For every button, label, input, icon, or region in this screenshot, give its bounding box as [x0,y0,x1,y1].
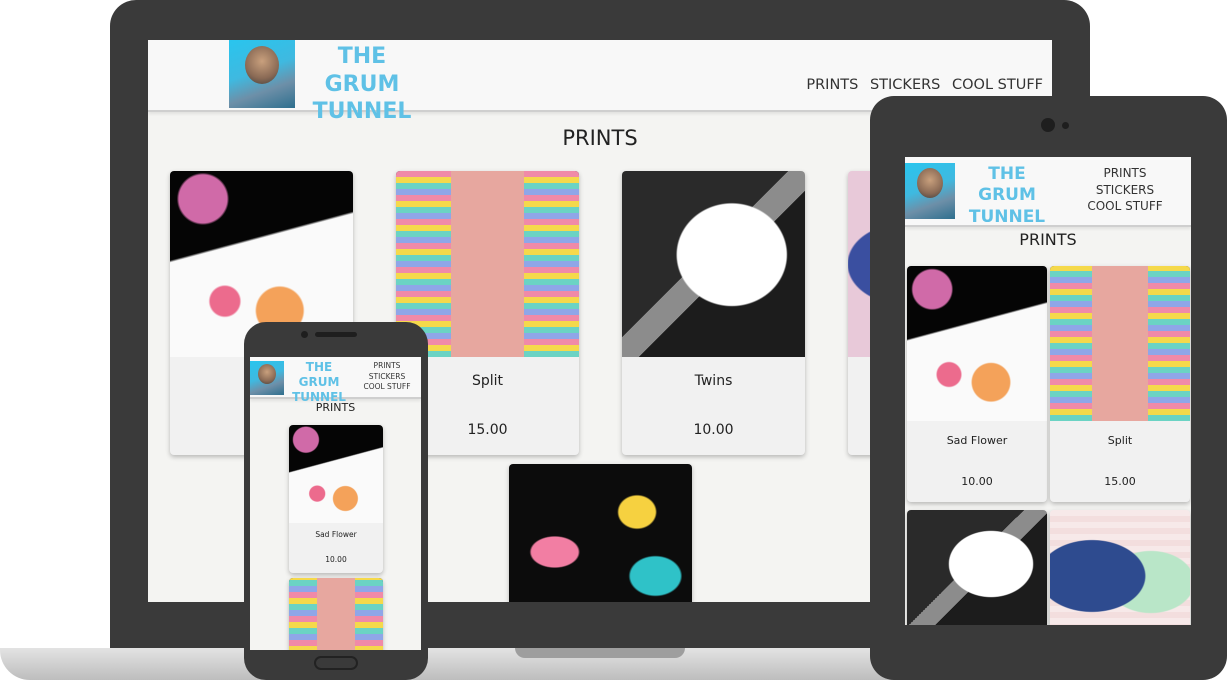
product-image[interactable] [1050,266,1190,421]
camera-icon [1041,118,1055,132]
brand-name[interactable]: THE GRUM TUNNEL [284,360,354,405]
nav-prints[interactable]: PRINTS [1077,165,1173,182]
diver-portrait-logo-icon[interactable] [905,163,955,219]
home-button-icon[interactable] [314,656,358,670]
product-card[interactable] [509,464,692,602]
product-image[interactable] [907,510,1047,625]
nav-prints[interactable]: PRINTS [806,77,858,93]
product-price: 10.00 [325,555,347,564]
brand-name[interactable]: THE GRUM TUNNEL [297,43,427,126]
product-price: 10.00 [961,475,993,488]
product-card[interactable] [289,578,383,650]
product-card[interactable] [907,510,1047,625]
main-nav: PRINTS STICKERS COOL STUFF [1077,165,1173,215]
page-title: PRINTS [315,401,356,414]
diver-portrait-logo-icon[interactable] [229,40,295,108]
page-title: PRINTS [1019,230,1077,249]
nav-prints[interactable]: PRINTS [358,361,416,372]
nav-stickers[interactable]: STICKERS [1077,182,1173,199]
brand-line-1: THE GRUM [298,360,340,389]
nav-cool-stuff[interactable]: COOL STUFF [358,382,416,393]
brand-line-2: TUNNEL [968,206,1046,227]
product-image[interactable] [622,171,805,357]
tablet-screen: THE GRUM TUNNEL PRINTS STICKERS COOL STU… [905,157,1191,625]
product-image[interactable] [1050,510,1190,625]
product-image[interactable] [289,425,383,523]
site-header: THE GRUM TUNNEL PRINTS STICKERS COOL STU… [250,357,421,404]
product-card[interactable]: Twins 10.00 [622,171,805,455]
product-image[interactable] [509,464,692,602]
product-card[interactable]: Sad Flower 10.00 [907,266,1047,502]
nav-stickers[interactable]: STICKERS [358,372,416,383]
product-name: Sad Flower [946,434,1008,447]
product-image[interactable] [907,266,1047,421]
brand-line-2: TUNNEL [312,99,412,124]
laptop-notch [515,648,685,658]
product-price: 15.00 [1104,475,1136,488]
product-image[interactable] [289,578,383,650]
sensor-icon [1062,122,1069,129]
camera-icon [301,331,308,338]
product-price: 10.00 [693,422,734,438]
diver-portrait-logo-icon[interactable] [250,361,284,395]
phone-screen: THE GRUM TUNNEL PRINTS STICKERS COOL STU… [250,357,421,650]
product-name: Sad Flower [315,530,357,539]
main-nav: PRINTS STICKERS COOL STUFF [358,361,416,393]
product-card[interactable] [1050,510,1190,625]
product-image[interactable] [396,171,579,357]
nav-cool-stuff[interactable]: COOL STUFF [1077,198,1173,215]
product-name: Twins [694,373,733,389]
product-name: Split [1107,434,1133,447]
product-card[interactable]: Sad Flower 10.00 [289,425,383,573]
nav-cool-stuff[interactable]: COOL STUFF [952,77,1043,93]
speaker-icon [315,332,357,337]
site-header: THE GRUM TUNNEL PRINTS STICKERS COOL STU… [905,157,1191,227]
main-nav: PRINTS STICKERS COOL STUFF [799,77,1043,93]
product-card[interactable]: Split 15.00 [1050,266,1190,502]
brand-line-1: THE GRUM [324,44,400,97]
nav-stickers[interactable]: STICKERS [870,77,940,93]
brand-name[interactable]: THE GRUM TUNNEL [957,164,1057,228]
brand-line-1: THE GRUM [978,164,1036,206]
